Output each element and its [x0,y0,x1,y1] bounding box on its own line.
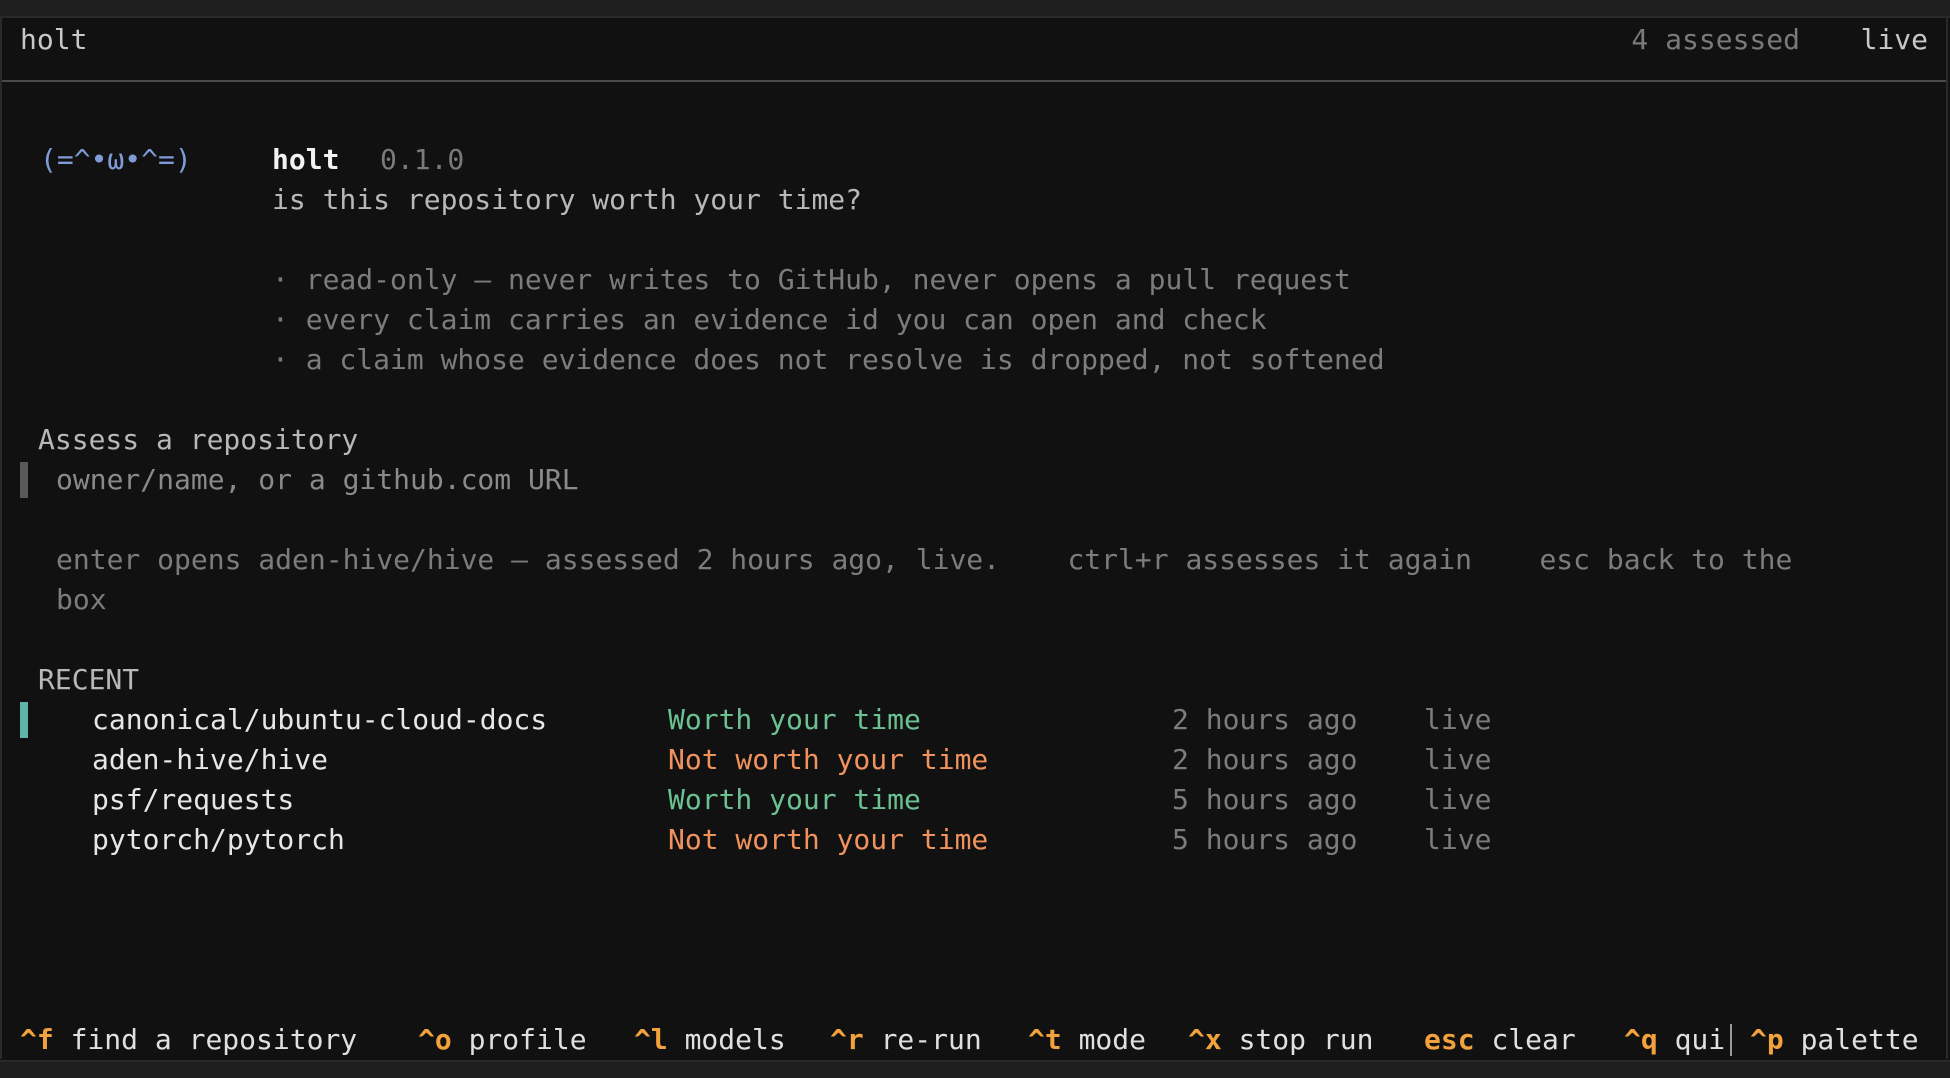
recent-time: 2 hours ago [1172,743,1358,776]
shortcut-key: ^x [1188,1023,1222,1056]
shortcut-profile[interactable]: ^o profile [418,1020,587,1060]
recent-time: 2 hours ago [1172,703,1358,736]
feature-bullet: · a claim whose evidence does not resolv… [272,343,1385,376]
recent-row[interactable]: pytorch/pytorch Not worth your time 5 ho… [0,820,1500,860]
shortcut-models[interactable]: ^l models [634,1020,786,1060]
recent-time: 5 hours ago [1172,783,1358,816]
shortcut-key: esc [1424,1023,1475,1056]
feature-bullet: · read-only — never writes to GitHub, ne… [272,263,1351,296]
tagline: is this repository worth your time? [272,183,863,216]
shortcut-mode[interactable]: ^t mode [1028,1020,1146,1060]
shortcut-rerun[interactable]: ^r re-run [830,1020,982,1060]
recent-time: 5 hours ago [1172,823,1358,856]
recent-repo-name: pytorch/pytorch [92,823,345,856]
assessed-count: 4 assessed [1631,23,1800,56]
input-focus-bar [20,462,28,498]
shortcut-key: ^f [20,1023,54,1056]
recent-row[interactable]: aden-hive/hive Not worth your time 2 hou… [0,740,1500,780]
enter-hint-continued: box [56,583,107,616]
app-version: 0.1.0 [380,143,465,176]
recent-repo-name: aden-hive/hive [92,743,329,776]
shortcut-label: stop run [1238,1023,1374,1056]
shortcut-key: ^o [418,1023,452,1056]
connection-status: live [1860,23,1928,56]
shortcut-bar: ^f find a repository ^o profile ^l model… [20,1020,1930,1060]
recent-verdict: Not worth your time [668,823,989,856]
recent-status: live [1424,743,1492,776]
window-top-edge [0,0,1950,18]
recent-verdict: Worth your time [668,783,921,816]
shortcut-key: ^q [1624,1023,1658,1056]
shortcut-label: palette [1800,1023,1919,1056]
cat-mascot-icon: (=^•ω•^=) [40,143,192,176]
shortcut-label: re-run [880,1023,982,1056]
shortcut-label: qui [1674,1023,1726,1056]
shortcut-key: ^r [830,1023,864,1056]
shortcut-key: ^t [1028,1023,1062,1056]
recent-repo-name: psf/requests [92,783,295,816]
shortcut-quit[interactable]: ^q qui [1624,1020,1725,1060]
recent-status: live [1424,823,1492,856]
shortcut-label: profile [468,1023,587,1056]
repository-input[interactable] [56,460,1556,500]
recent-verdict: Not worth your time [668,743,989,776]
assess-section-title: Assess a repository [38,423,359,456]
app-name: holt [272,143,340,176]
shortcut-label: mode [1078,1023,1147,1056]
shortcut-key: ^l [634,1023,668,1056]
recent-row[interactable]: canonical/ubuntu-cloud-docs Worth your t… [0,700,1500,740]
recent-status: live [1424,703,1492,736]
shortcut-label: find a repository [70,1023,358,1056]
app-title: holt [20,23,88,56]
recent-status: live [1424,783,1492,816]
shortcut-palette[interactable]: ^p palette [1750,1020,1919,1060]
recent-section-title: RECENT [38,663,140,696]
recent-row[interactable]: psf/requests Worth your time 5 hours ago… [0,780,1500,820]
shortcut-find[interactable]: ^f find a repository [20,1020,357,1060]
enter-hint: enter opens aden-hive/hive — assessed 2 … [56,543,1793,576]
recent-repo-name: canonical/ubuntu-cloud-docs [92,703,548,736]
shortcut-clear[interactable]: esc clear [1424,1020,1576,1060]
footer-divider [1730,1024,1732,1056]
window-bottom-edge [0,1060,1950,1078]
shortcut-label: clear [1491,1023,1576,1056]
shortcut-key: ^p [1750,1023,1784,1056]
recent-verdict: Worth your time [668,703,921,736]
shortcut-label: models [684,1023,786,1056]
feature-bullet: · every claim carries an evidence id you… [272,303,1267,336]
shortcut-stop-run[interactable]: ^x stop run [1188,1020,1373,1060]
selection-marker [20,702,28,738]
header-divider [2,80,1946,82]
